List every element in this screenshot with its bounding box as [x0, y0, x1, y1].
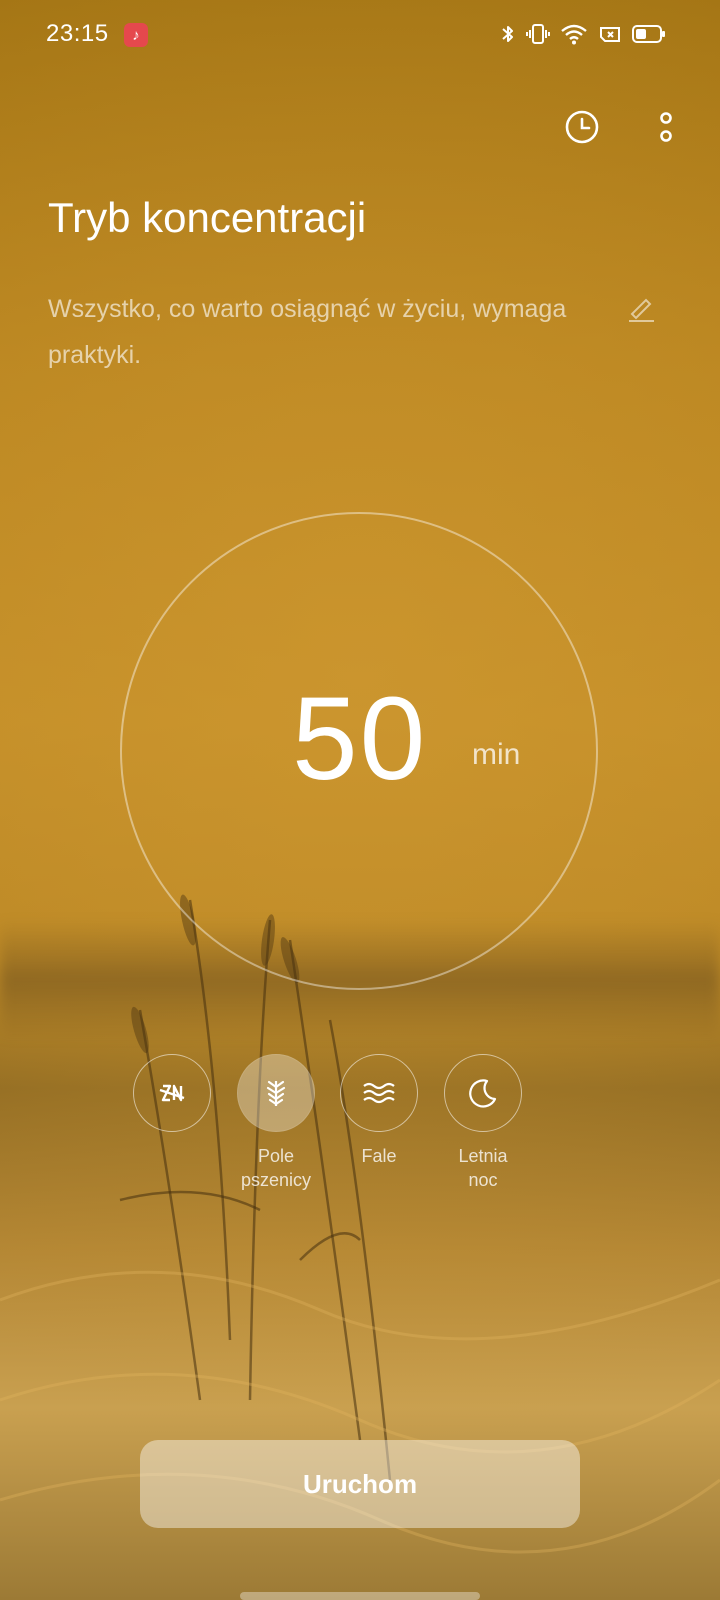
sound-option-label: Fale [361, 1146, 397, 1166]
sound-option-circle [340, 1054, 418, 1132]
sound-option-label: Pole pszenicy [240, 1146, 312, 1190]
more-options-button[interactable] [642, 103, 690, 151]
timer-unit: min [472, 738, 521, 771]
no-sound-icon [159, 1084, 185, 1102]
history-button[interactable] [558, 103, 606, 151]
wifi-icon [561, 24, 587, 45]
edit-quote-button[interactable] [624, 290, 660, 326]
page-title: Tryb koncentracji [48, 194, 367, 241]
status-icons [500, 22, 666, 46]
music-note-icon: ♪ [124, 23, 148, 47]
moon-icon [469, 1079, 497, 1108]
more-vertical-icon [660, 112, 672, 142]
sound-option-circle [133, 1054, 211, 1132]
sound-option-wheat-field[interactable]: Pole pszenicy [221, 1054, 331, 1192]
status-time: 23:15 [46, 20, 109, 47]
battery-icon [632, 25, 665, 43]
bluetooth-icon [502, 26, 513, 42]
timer-value: 50 [292, 673, 428, 805]
home-indicator[interactable] [240, 1592, 480, 1600]
wheat-icon [266, 1080, 286, 1106]
sound-option-waves[interactable]: Fale [324, 1054, 434, 1168]
sound-option-circle [444, 1054, 522, 1132]
motivational-quote: Wszystko, co warto osiągnąć w życiu, wym… [48, 295, 567, 369]
clock-icon [565, 110, 599, 144]
status-bar: 23:15 ♪ [0, 0, 720, 72]
waves-icon [363, 1082, 395, 1104]
vibrate-icon [526, 24, 550, 44]
sound-option-circle [237, 1054, 315, 1132]
sound-option-label: Letnia noc [458, 1146, 508, 1190]
sound-option-none[interactable] [117, 1054, 227, 1144]
pencil-icon [629, 298, 654, 322]
sound-option-summer-night[interactable]: Letnia noc [428, 1054, 538, 1192]
no-sim-icon [600, 27, 620, 42]
start-button[interactable]: Uruchom [140, 1440, 580, 1528]
